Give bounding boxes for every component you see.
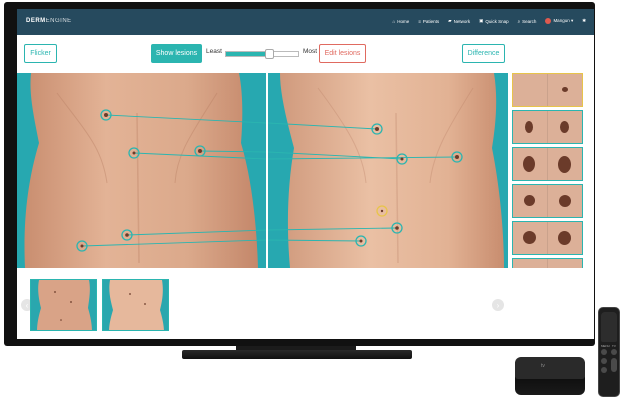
remote-menu-label: MENU	[601, 344, 610, 348]
remote-play-button	[601, 358, 607, 364]
chevron-right-icon: ›	[496, 300, 500, 310]
nav-search-label: Search	[522, 18, 537, 24]
back-photo-left	[17, 73, 266, 268]
nav-user-menu[interactable]: Mangun ▾	[545, 18, 573, 24]
history-strip: ‹ ›	[17, 268, 594, 339]
lesion-thumbnail-before	[513, 148, 548, 180]
remote-volume-rocker	[611, 358, 617, 372]
show-lesions-button[interactable]: Show lesions	[151, 44, 202, 63]
lesion-mark	[558, 231, 571, 245]
lesion-thumbnail-pair[interactable]	[512, 184, 583, 218]
comparison-image-left[interactable]	[17, 73, 266, 268]
lesion-thumbnail-pair[interactable]	[512, 147, 583, 181]
lesion-thumbnail-pair[interactable]	[512, 110, 583, 144]
home-icon: ⌂	[392, 18, 396, 24]
slider-fill	[226, 52, 270, 56]
lesion-mark	[525, 121, 533, 133]
lesion-mark	[524, 195, 535, 206]
lesion-mark	[560, 121, 569, 133]
quick-snap-icon: ▣	[479, 18, 484, 23]
nav-menu: ⌂ Home ≡ Patients ▰ Network ▣ Quick Snap	[392, 18, 586, 24]
sensitivity-slider[interactable]	[225, 49, 299, 59]
flicker-button[interactable]: Flicker	[24, 44, 57, 63]
history-thumbnail-photo	[103, 280, 168, 330]
comparison-toolbar: Flicker Show lesions Least Most Edit les…	[17, 35, 594, 73]
next-arrow-button[interactable]: ›	[492, 299, 504, 311]
remote-touch-surface	[601, 312, 617, 342]
lesion-thumbnail-before	[513, 74, 548, 106]
history-thumbnail[interactable]	[102, 279, 169, 331]
lesion-thumbnail-before	[513, 111, 548, 143]
nav-patients[interactable]: ≡ Patients	[418, 19, 439, 24]
lesion-thumbnail-after	[548, 222, 582, 254]
lesion-mark	[562, 87, 568, 92]
gear-icon: ✱	[582, 18, 586, 23]
history-thumbnail[interactable]	[30, 279, 97, 331]
lesion-thumbnail-after	[548, 111, 582, 143]
logo-light-text: ENGINE	[45, 18, 72, 24]
remote-tv-label: TV	[612, 344, 616, 348]
nav-home-label: Home	[397, 18, 410, 24]
lesion-thumbnail-pair[interactable]	[512, 221, 583, 255]
nav-network[interactable]: ▰ Network	[448, 18, 470, 24]
lesion-thumbnail-before	[513, 222, 548, 254]
remote-menu-button	[601, 349, 607, 355]
nav-quick-snap[interactable]: ▣ Quick Snap	[479, 18, 509, 24]
lesion-thumbnail-after	[548, 185, 582, 217]
scene: DERMENGINE ⌂ Home ≡ Patients ▰ Network ▣…	[0, 0, 624, 401]
nav-patients-label: Patients	[422, 18, 440, 24]
streaming-box-top: tv	[515, 357, 585, 379]
top-nav-bar: DERMENGINE ⌂ Home ≡ Patients ▰ Network ▣…	[17, 9, 594, 35]
app-screen: DERMENGINE ⌂ Home ≡ Patients ▰ Network ▣…	[17, 9, 594, 339]
lesion-thumbnail-pair[interactable]	[512, 73, 583, 107]
slider-min-label: Least	[206, 48, 222, 55]
remote-control: MENU TV	[598, 307, 620, 397]
streaming-box-logo: tv	[541, 363, 545, 369]
nav-home[interactable]: ⌂ Home	[392, 19, 409, 24]
difference-button[interactable]: Difference	[462, 44, 505, 63]
remote-tv-button	[611, 349, 617, 355]
lesion-mark	[523, 231, 536, 244]
search-icon: ⌕	[517, 18, 521, 24]
tv-bezel: DERMENGINE ⌂ Home ≡ Patients ▰ Network ▣…	[4, 2, 595, 346]
nav-user-label: Mangun ▾	[553, 18, 574, 23]
patients-icon: ≡	[418, 18, 421, 24]
chevron-left-icon: ‹	[25, 300, 29, 310]
lesion-thumbnail-after	[548, 148, 582, 180]
back-photo-right	[268, 73, 508, 268]
app-logo[interactable]: DERMENGINE	[26, 18, 72, 24]
lesion-mark	[559, 195, 571, 207]
nav-search[interactable]: ⌕ Search	[518, 19, 537, 24]
lesion-thumbnail-before	[513, 185, 548, 217]
tv-stand-base	[182, 350, 412, 359]
user-icon	[545, 18, 552, 24]
streaming-box: tv	[515, 357, 585, 395]
lesion-thumbnail-after	[548, 74, 582, 106]
history-thumbnail-photo	[31, 280, 96, 330]
nav-settings[interactable]: ✱	[582, 18, 586, 24]
comparison-image-right[interactable]	[268, 73, 508, 268]
remote-siri-button	[601, 367, 607, 373]
slider-thumb[interactable]	[265, 49, 275, 59]
slider-max-label: Most	[303, 48, 318, 55]
nav-network-label: Network	[453, 18, 471, 24]
network-icon: ▰	[448, 18, 452, 23]
logo-bold-text: DERM	[26, 18, 46, 24]
lesion-mark	[523, 156, 535, 172]
edit-lesions-button[interactable]: Edit lesions	[319, 44, 366, 63]
nav-quick-snap-label: Quick Snap	[485, 18, 509, 24]
lesion-mark	[558, 156, 571, 173]
